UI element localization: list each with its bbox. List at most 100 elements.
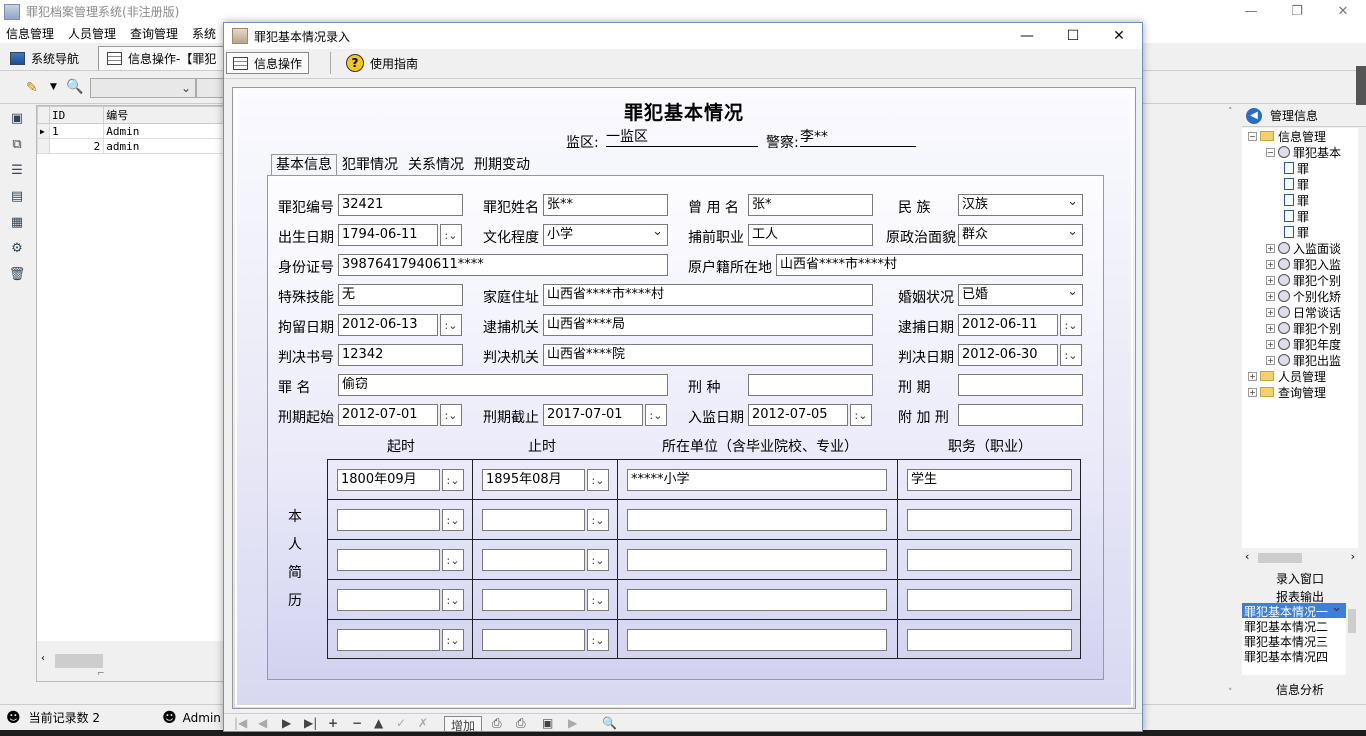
tree-item[interactable]: 罪 (1242, 208, 1358, 224)
education-select[interactable]: 小学 (543, 224, 668, 246)
menu-info[interactable]: 信息管理 (0, 25, 62, 42)
scroll-down-icon[interactable]: ˅ (1228, 688, 1233, 698)
tree-item[interactable]: + 查询管理 (1242, 384, 1358, 400)
dialog-maximize-button[interactable]: ☐ (1050, 23, 1096, 49)
expand-toggle-icon[interactable]: + (1266, 243, 1275, 253)
tree-item[interactable]: − 信息管理 (1242, 128, 1358, 144)
arrest-org-input[interactable]: 山西省****局 (543, 314, 873, 336)
print-preview-icon[interactable]: ⎙ (516, 716, 526, 731)
section-entry-window[interactable]: 录入窗口 (1242, 570, 1358, 587)
detain-date-picker[interactable]: :⌄ (440, 314, 462, 336)
record-grid[interactable]: ID 编号 ▶ 1 Admin 2 admin ‹ ⌐ (36, 105, 226, 682)
list-item[interactable]: 罪犯基本情况四 (1242, 648, 1346, 663)
term-end-picker[interactable]: :⌄ (645, 404, 667, 426)
history-end-input[interactable] (482, 629, 585, 651)
birth-date-picker[interactable]: :⌄ (440, 224, 462, 246)
verdict-date-picker[interactable]: :⌄ (1060, 344, 1082, 366)
expand-toggle-icon[interactable]: + (1266, 339, 1275, 349)
scroll-right-icon[interactable]: › (1351, 550, 1355, 563)
tree-item[interactable]: + 罪犯年度 (1242, 336, 1358, 352)
document-icon[interactable]: ▤ (9, 188, 25, 204)
detain-date-input[interactable]: 2012-06-13 (338, 314, 438, 336)
trash-icon[interactable]: 🗑 (9, 266, 26, 282)
tree-item[interactable]: + 罪犯个别 (1242, 272, 1358, 288)
table-row[interactable]: ▶ 1 Admin (37, 123, 225, 139)
penalty-input[interactable] (748, 374, 873, 396)
minimize-button[interactable]: — (1228, 0, 1274, 23)
monitor-icon[interactable]: ▣ (9, 110, 25, 126)
term-input[interactable] (958, 374, 1083, 396)
edit-record-icon[interactable]: ▲ (374, 716, 383, 730)
filter-combo-2[interactable] (196, 78, 224, 98)
grid-cell-id[interactable]: 2 (48, 138, 105, 154)
tree-scroll-thumb[interactable] (1258, 553, 1302, 563)
screen-icon[interactable]: ▣ (542, 716, 553, 730)
history-end-input[interactable] (482, 549, 585, 571)
dialog-minimize-button[interactable]: — (1004, 23, 1050, 49)
section-info-analysis[interactable]: 信息分析 (1242, 681, 1358, 698)
term-start-input[interactable]: 2012-07-01 (338, 404, 438, 426)
arrest-date-picker[interactable]: :⌄ (1060, 314, 1082, 336)
expand-toggle-icon[interactable]: + (1266, 307, 1275, 317)
history-end-input[interactable] (482, 509, 585, 531)
term-start-picker[interactable]: :⌄ (440, 404, 462, 426)
cancel-record-icon[interactable]: ✗ (418, 716, 428, 730)
list-item[interactable]: 罪犯基本情况一 (1242, 603, 1346, 618)
tree-item[interactable]: 罪 (1242, 224, 1358, 240)
menu-system[interactable]: 系统 (186, 25, 224, 42)
crime-input[interactable]: 偷窃 (338, 374, 668, 396)
history-start-input[interactable] (337, 509, 440, 531)
expand-toggle-icon[interactable]: + (1266, 291, 1275, 301)
list-scroll-thumb[interactable] (1348, 609, 1356, 633)
tree-item[interactable]: 罪 (1242, 176, 1358, 192)
menu-personnel[interactable]: 人员管理 (62, 25, 124, 42)
dialog-close-button[interactable]: ✕ (1096, 23, 1142, 49)
occupation-input[interactable]: 工人 (748, 224, 873, 246)
arrest-date-input[interactable]: 2012-06-11 (958, 314, 1058, 336)
history-date-picker[interactable]: :⌄ (442, 509, 464, 531)
tree-item[interactable]: + 个别化矫 (1242, 288, 1358, 304)
history-date-picker[interactable]: :⌄ (587, 589, 609, 611)
history-unit-input[interactable] (627, 589, 887, 611)
nav-tree[interactable]: − 信息管理 − 罪犯基本罪罪罪罪罪 + 入监面谈 + 罪犯入监 + 罪犯个别 + 个别化矫 + 日常谈话… (1242, 128, 1358, 548)
search-icon[interactable]: 🔍 (66, 79, 83, 95)
expand-toggle-icon[interactable]: − (1248, 131, 1257, 141)
tree-item[interactable]: + 入监面谈 (1242, 240, 1358, 256)
pencil-icon[interactable]: ✎ (26, 80, 38, 96)
tab-navigation[interactable]: 系统导航 (2, 46, 87, 70)
guide-button[interactable]: ? 使用指南 (340, 52, 424, 74)
add-record-icon[interactable]: + (328, 716, 338, 730)
verdict-org-input[interactable]: 山西省****院 (543, 344, 873, 366)
history-position-input[interactable] (907, 509, 1072, 531)
grid-header-id[interactable]: ID (48, 106, 105, 124)
expand-toggle-icon[interactable]: + (1266, 259, 1275, 269)
history-position-input[interactable]: 学生 (907, 469, 1072, 491)
report-list[interactable]: 罪犯基本情况一 罪犯基本情况二 罪犯基本情况三 罪犯基本情况四 (1242, 603, 1346, 675)
scroll-left-icon[interactable]: ‹ (1245, 550, 1249, 563)
history-position-input[interactable] (907, 629, 1072, 651)
last-record-icon[interactable]: ▶| (304, 716, 317, 730)
next-record-icon[interactable]: ▶ (282, 716, 291, 730)
report-list-scrollbar[interactable] (1346, 603, 1358, 675)
user-settings-icon[interactable]: ⚙ (9, 240, 25, 256)
table-row[interactable]: 2 admin (37, 138, 225, 154)
grid-cell-id[interactable]: 1 (48, 123, 105, 139)
tree-item[interactable]: + 日常谈话 (1242, 304, 1358, 320)
history-end-input[interactable] (482, 589, 585, 611)
expand-toggle-icon[interactable]: + (1266, 323, 1275, 333)
menu-query[interactable]: 查询管理 (124, 25, 186, 42)
tab-info-ops[interactable]: 信息操作-【罪犯 (98, 46, 226, 70)
tree-item[interactable]: + 罪犯出监 (1242, 352, 1358, 368)
filter-combo[interactable]: ⌄ (90, 78, 196, 98)
history-unit-input[interactable] (627, 509, 887, 531)
history-start-input[interactable] (337, 629, 440, 651)
history-start-input[interactable] (337, 589, 440, 611)
post-record-icon[interactable]: ✓ (396, 716, 406, 730)
police-value[interactable]: 李** (800, 128, 916, 147)
history-position-input[interactable] (907, 549, 1072, 571)
tree-item[interactable]: 罪 (1242, 192, 1358, 208)
chart-icon[interactable]: ▦ (9, 214, 25, 230)
expand-toggle-icon[interactable]: + (1248, 387, 1257, 397)
back-icon[interactable]: ◀ (1246, 107, 1262, 124)
skill-input[interactable]: 无 (338, 284, 463, 306)
